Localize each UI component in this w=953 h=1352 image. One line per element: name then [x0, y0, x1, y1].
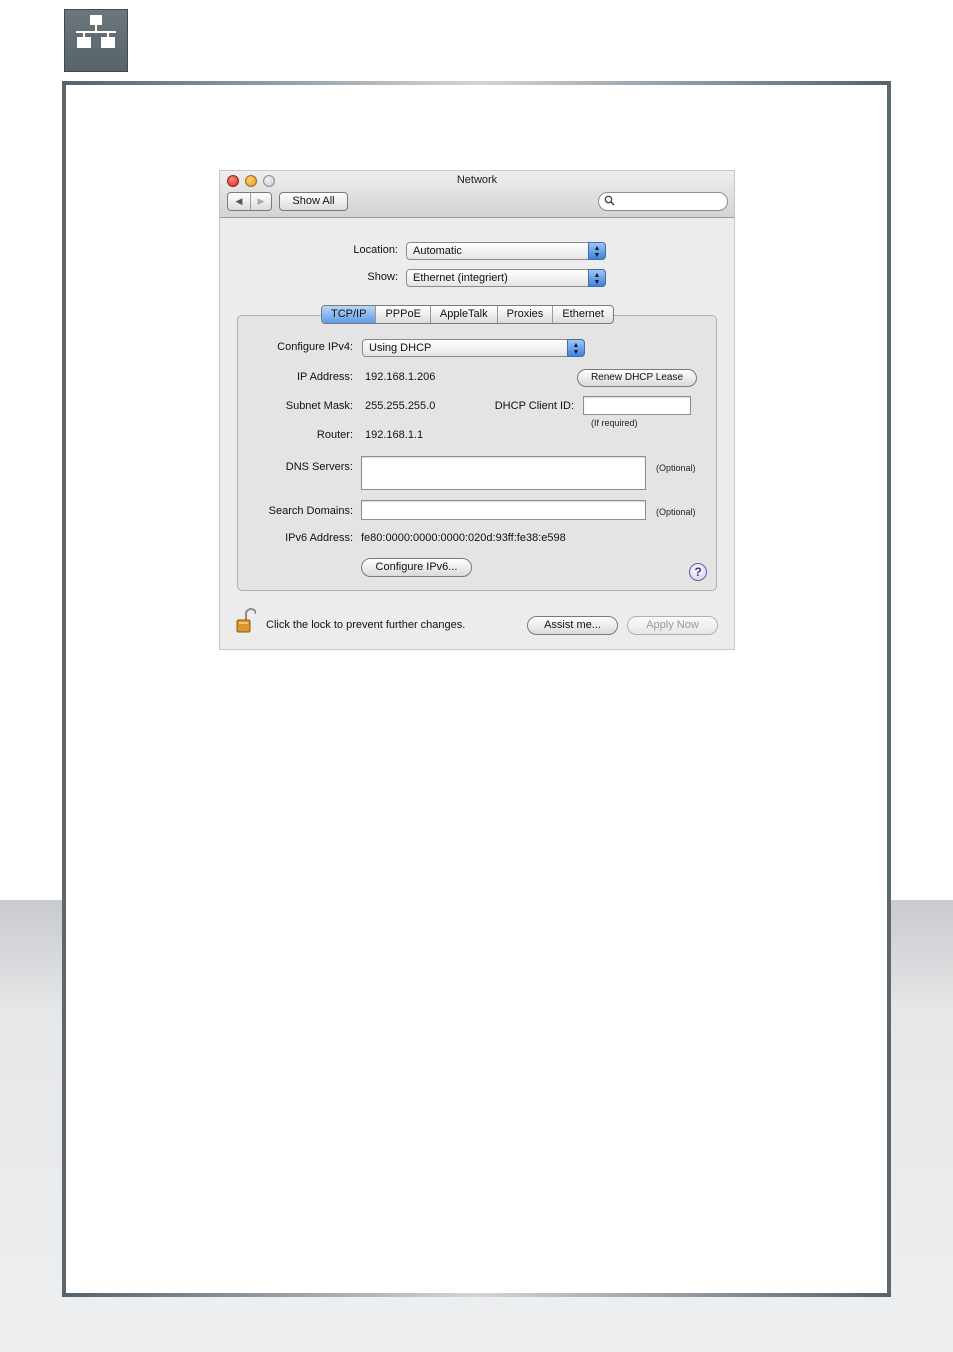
router-label: Router:	[316, 429, 353, 441]
back-forward-control: ◀ ▶	[227, 192, 272, 211]
dns-optional-hint: (Optional)	[656, 463, 696, 473]
lock-icon[interactable]	[236, 608, 257, 634]
configure-ipv6-button[interactable]: Configure IPv6...	[361, 558, 472, 577]
popup-arrows-icon: ▲ ▼	[588, 242, 606, 260]
search-icon	[604, 195, 615, 209]
show-popup[interactable]: Ethernet (integriert) ▲ ▼	[406, 269, 606, 287]
ip-address-value: 192.168.1.206	[365, 371, 436, 383]
apply-now-button[interactable]: Apply Now	[627, 616, 718, 635]
assist-me-button[interactable]: Assist me...	[527, 616, 618, 635]
ipv6-address-value: fe80:0000:0000:0000:020d:93ff:fe38:e598	[361, 532, 566, 544]
tab-ethernet[interactable]: Ethernet	[553, 306, 613, 323]
ip-address-label: IP Address:	[296, 371, 353, 383]
forward-button[interactable]: ▶	[250, 193, 272, 210]
search-input[interactable]	[598, 192, 728, 211]
dns-servers-field[interactable]	[361, 456, 646, 490]
configure-ipv4-value: Using DHCP	[369, 342, 432, 354]
configure-ipv4-label: Configure IPv4:	[277, 341, 353, 353]
tab-bar: TCP/IP PPPoE AppleTalk Proxies Ethernet	[321, 305, 614, 324]
tab-proxies[interactable]: Proxies	[498, 306, 554, 323]
dhcp-client-id-field[interactable]	[583, 396, 691, 415]
search-optional-hint: (Optional)	[656, 507, 696, 517]
dhcp-client-id-label: DHCP Client ID:	[494, 400, 574, 412]
tab-pppoe[interactable]: PPPoE	[376, 306, 431, 323]
back-button[interactable]: ◀	[228, 193, 251, 210]
network-icon	[64, 9, 128, 72]
popup-arrows-icon: ▲ ▼	[588, 269, 606, 287]
ipv6-address-label: IPv6 Address:	[285, 532, 353, 544]
location-popup[interactable]: Automatic ▲ ▼	[406, 242, 606, 260]
title-bar: Network ◀ ▶ Show All	[220, 171, 734, 218]
window-title: Network	[456, 174, 498, 186]
tab-tcpip[interactable]: TCP/IP	[322, 306, 377, 323]
popup-arrows-icon: ▲ ▼	[567, 339, 585, 357]
location-label: Location:	[353, 244, 398, 256]
show-value: Ethernet (integriert)	[413, 272, 508, 284]
dhcp-client-id-hint: (If required)	[591, 418, 638, 428]
router-value: 192.168.1.1	[365, 429, 424, 441]
network-preferences-window: Network ◀ ▶ Show All Location: Automatic…	[219, 170, 735, 650]
search-domains-field[interactable]	[361, 500, 646, 520]
subnet-mask-value: 255.255.255.0	[365, 400, 436, 412]
configure-ipv4-popup[interactable]: Using DHCP ▲ ▼	[362, 339, 585, 357]
subnet-mask-label: Subnet Mask:	[285, 400, 353, 412]
dns-servers-label: DNS Servers:	[285, 461, 353, 473]
search-domains-label: Search Domains:	[268, 505, 353, 517]
show-label: Show:	[367, 271, 398, 283]
lock-message: Click the lock to prevent further change…	[266, 619, 466, 631]
help-icon[interactable]: ?	[689, 563, 707, 581]
location-value: Automatic	[413, 245, 462, 257]
tab-appletalk[interactable]: AppleTalk	[431, 306, 498, 323]
show-all-button[interactable]: Show All	[279, 192, 348, 211]
renew-dhcp-lease-button[interactable]: Renew DHCP Lease	[577, 369, 697, 387]
